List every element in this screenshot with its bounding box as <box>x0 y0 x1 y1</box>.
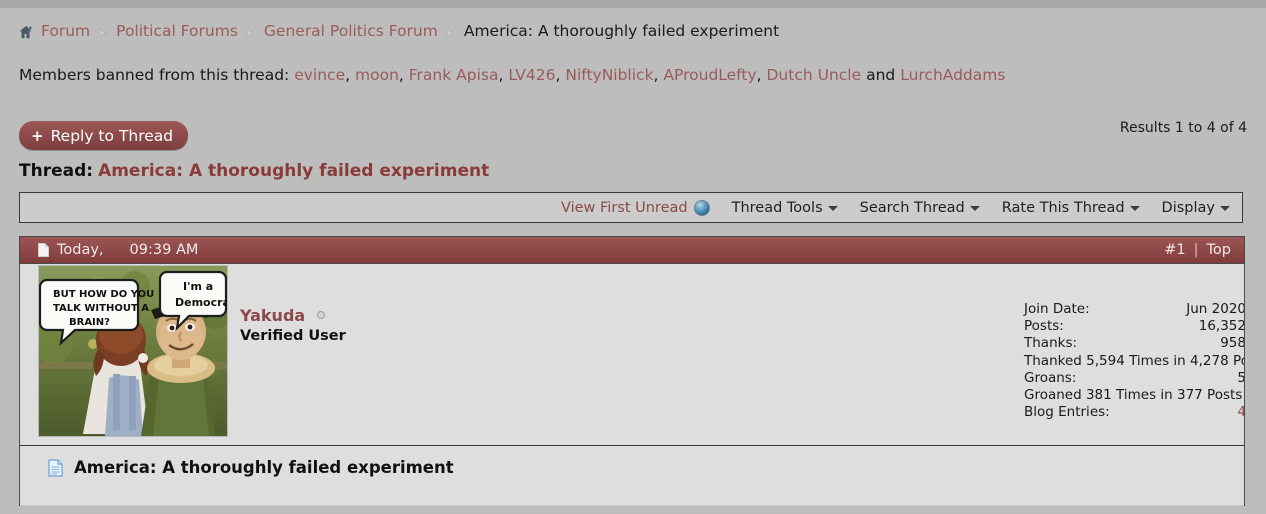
post-subject: America: A thoroughly failed experiment <box>48 458 454 477</box>
banned-member-niftyniblick[interactable]: NiftyNiblick <box>565 66 653 84</box>
stat-value: 5 <box>1237 370 1244 387</box>
offline-dot-icon <box>317 311 326 319</box>
results-count: Results 1 to 4 of 4 <box>1119 120 1247 136</box>
stat-label: Groans: <box>1024 369 1077 386</box>
svg-text:TALK WITHOUT A: TALK WITHOUT A <box>53 303 149 314</box>
window-top-strip <box>0 0 1266 8</box>
post-user-meta: Yakuda Verified User <box>240 306 346 344</box>
stat-join-date: Join Date: Jun 2020 <box>1024 301 1245 318</box>
thread-tools-menu[interactable]: Thread Tools <box>732 200 838 216</box>
comma: , <box>398 66 404 84</box>
post-container: Today, 09:39 AM #1 | Top BUT HOW DO YOU … <box>19 236 1245 506</box>
breadcrumb-current: America: A thoroughly failed experiment <box>463 22 780 40</box>
display-menu[interactable]: Display <box>1162 200 1230 216</box>
rate-this-thread-menu[interactable]: Rate This Thread <box>1002 200 1140 216</box>
svg-text:BRAIN?: BRAIN? <box>69 317 110 328</box>
stat-value: 958 <box>1220 335 1245 352</box>
post-number-link[interactable]: #1 <box>1164 242 1185 258</box>
stat-label: Posts: <box>1024 318 1064 335</box>
home-icon[interactable] <box>19 25 34 39</box>
view-first-unread-label: View First Unread <box>560 199 688 216</box>
display-label: Display <box>1161 199 1215 216</box>
comma: , <box>555 66 561 84</box>
post-date: Today, <box>57 242 104 258</box>
stat-value: 16,352 <box>1198 318 1245 335</box>
breadcrumb-arrow-icon <box>95 26 111 40</box>
user-stats: Join Date: Jun 2020 Posts: 16,352 Thanks… <box>1024 301 1245 421</box>
banned-member-aproudlefty[interactable]: AProudLefty <box>663 66 756 84</box>
banned-notice-prefix: Members banned from this thread: <box>19 66 290 84</box>
chevron-down-icon <box>1220 206 1230 211</box>
thread-toolbar: View First Unread Thread Tools Search Th… <box>19 192 1243 223</box>
post-user-panel: BUT HOW DO YOU TALK WITHOUT A BRAIN? I'm… <box>20 264 1244 446</box>
post-body: America: A thoroughly failed experiment <box>20 446 1244 506</box>
stat-label: Join Date: <box>1024 301 1090 317</box>
banned-member-frank-apisa[interactable]: Frank Apisa <box>409 66 499 84</box>
banned-member-lv426[interactable]: LV426 <box>508 66 555 84</box>
search-thread-label: Search Thread <box>859 199 965 216</box>
breadcrumb-arrow-icon <box>443 26 459 40</box>
banned-member-lurchaddams[interactable]: LurchAddams <box>900 66 1005 84</box>
username-row: Yakuda <box>240 306 346 325</box>
reply-to-thread-button[interactable]: + Reply to Thread <box>19 121 189 150</box>
breadcrumb-item-0[interactable]: Forum <box>41 22 90 40</box>
stat-label: Blog Entries: <box>1024 404 1110 421</box>
banned-members-notice: Members banned from this thread: evince,… <box>19 66 1005 84</box>
svg-text:Democrat: Democrat <box>175 296 227 309</box>
chevron-down-icon <box>827 206 838 211</box>
stat-blog-entries: Blog Entries: 4 <box>1024 404 1244 421</box>
stat-groans: Groans: 5 <box>1024 369 1244 387</box>
breadcrumb-item-2[interactable]: General Politics Forum <box>264 22 438 40</box>
banned-member-evince[interactable]: evince <box>294 66 345 84</box>
post-header-bar: Today, 09:39 AM #1 | Top <box>20 236 1244 264</box>
stat-thanks: Thanks: 958 <box>1024 335 1245 352</box>
page-title: Thread: America: A thoroughly failed expe… <box>19 161 489 181</box>
comma: , <box>345 66 351 84</box>
breadcrumb-item-1[interactable]: Political Forums <box>116 22 238 40</box>
stat-value: Jun 2020 <box>1186 301 1245 317</box>
post-header-right: #1 | Top <box>1164 242 1231 258</box>
rate-this-thread-label: Rate This Thread <box>1001 199 1125 216</box>
thread-title-text: America: A thoroughly failed experiment <box>98 161 490 181</box>
breadcrumb: Forum Political Forums General Politics … <box>19 20 779 42</box>
top-link[interactable]: Top <box>1207 242 1231 258</box>
stat-groaned-summary: Groaned 381 Times in 377 Posts <box>1024 387 1243 404</box>
view-first-unread-button[interactable]: View First Unread <box>560 199 710 216</box>
post-time: 09:39 AM <box>129 242 199 258</box>
svg-text:I'm a: I'm a <box>183 280 213 293</box>
chevron-down-icon <box>1129 206 1140 211</box>
breadcrumb-arrow-icon <box>243 26 259 40</box>
post-subject-text: America: A thoroughly failed experiment <box>74 458 454 477</box>
comma: , <box>653 66 659 84</box>
comma: , <box>498 66 504 84</box>
thread-tools-label: Thread Tools <box>731 199 823 216</box>
stat-value-link[interactable]: 4 <box>1237 404 1244 421</box>
search-thread-menu[interactable]: Search Thread <box>860 200 980 216</box>
globe-icon <box>693 199 710 216</box>
user-title: Verified User <box>240 328 346 344</box>
stat-thanked-summary: Thanked 5,594 Times in 4,278 Posts <box>1024 352 1245 369</box>
post-subject-doc-icon <box>48 458 63 477</box>
svg-text:BUT HOW DO YOU: BUT HOW DO YOU <box>53 289 154 300</box>
reply-to-thread-label: Reply to Thread <box>50 126 174 145</box>
username-link[interactable]: Yakuda <box>240 306 305 325</box>
plus-icon: + <box>31 126 44 145</box>
comma: , <box>756 66 762 84</box>
banned-member-dutch-uncle[interactable]: Dutch Uncle <box>767 66 862 84</box>
post-body-divider <box>20 505 1244 506</box>
chevron-down-icon <box>969 206 980 211</box>
post-doc-icon <box>38 243 49 257</box>
post-header-separator: | <box>1193 242 1199 258</box>
banned-member-moon[interactable]: moon <box>355 66 399 84</box>
thread-label: Thread: <box>19 161 94 181</box>
banned-notice-conjunction: and <box>866 66 896 84</box>
stat-posts: Posts: 16,352 <box>1024 318 1245 335</box>
avatar[interactable]: BUT HOW DO YOU TALK WITHOUT A BRAIN? I'm… <box>38 265 228 437</box>
stat-label: Thanks: <box>1024 335 1078 352</box>
